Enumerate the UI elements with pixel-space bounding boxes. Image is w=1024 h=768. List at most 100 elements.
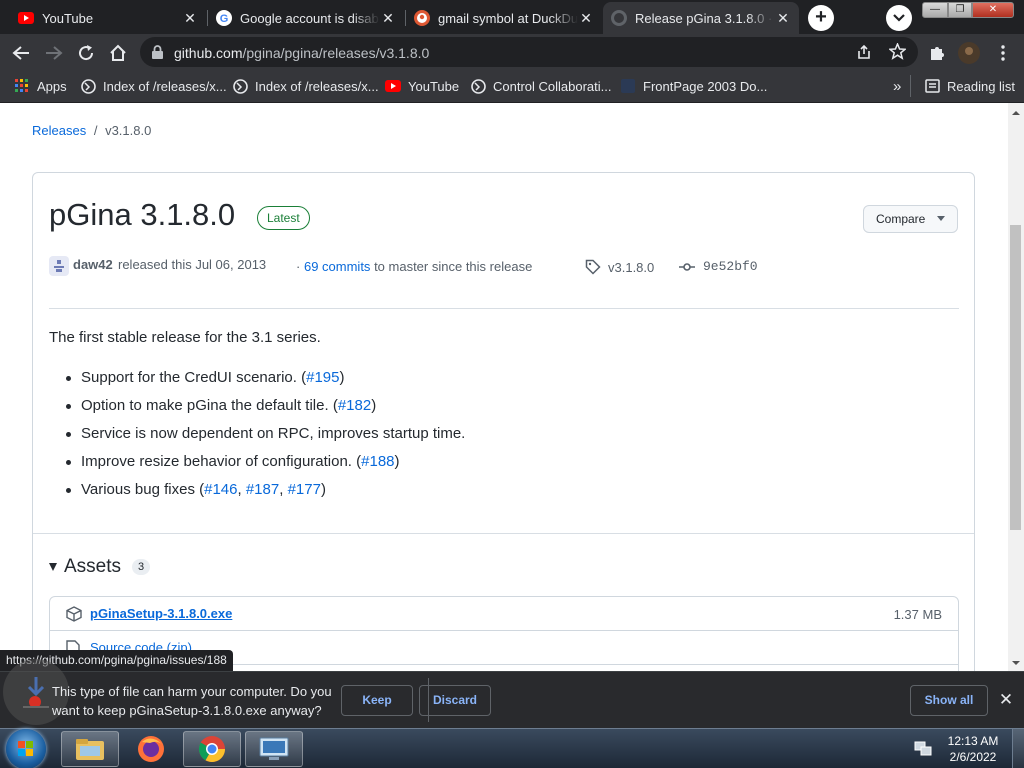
scroll-up-icon[interactable]: [1008, 107, 1024, 119]
youtube-icon: [385, 78, 401, 94]
scroll-down-icon[interactable]: [1008, 657, 1024, 669]
back-button[interactable]: [10, 42, 32, 64]
asset-download-link[interactable]: pGinaSetup-3.1.8.0.exe: [90, 606, 232, 621]
bookmark-apps[interactable]: Apps: [14, 77, 67, 95]
author-link[interactable]: daw42: [73, 257, 113, 272]
issue-link[interactable]: #188: [361, 453, 394, 470]
taskbar-clock[interactable]: 12:13 AM 2/6/2022: [940, 733, 1006, 765]
start-button[interactable]: [6, 729, 46, 768]
taskbar-file-explorer[interactable]: [61, 731, 119, 767]
bookmark-frontpage[interactable]: FrontPage 2003 Do...: [620, 77, 767, 95]
taskbar: 12:13 AM 2/6/2022: [0, 728, 1024, 768]
avatar-icon: [958, 42, 980, 64]
network-icon[interactable]: [914, 739, 932, 757]
breadcrumb-releases-link[interactable]: Releases: [32, 123, 86, 138]
new-tab-button[interactable]: +: [808, 5, 834, 31]
bookmarks-overflow[interactable]: »: [893, 77, 901, 95]
scrollbar-thumb[interactable]: [1010, 225, 1021, 530]
more-vert-icon: [1001, 45, 1005, 61]
taskbar-remote-desktop[interactable]: [245, 731, 303, 767]
release-title[interactable]: pGina 3.1.8.0: [49, 197, 235, 233]
issue-link[interactable]: #187: [246, 481, 279, 498]
extensions-button[interactable]: [926, 42, 948, 64]
google-icon: G: [216, 10, 232, 26]
issue-link[interactable]: #182: [338, 397, 371, 414]
author-avatar[interactable]: [49, 256, 69, 276]
discard-button[interactable]: Discard: [419, 685, 491, 716]
forward-button[interactable]: [43, 42, 65, 64]
assets-heading: Assets: [64, 556, 122, 577]
list-item: Option to make pGina the default tile. (…: [66, 397, 465, 425]
chevron-down-icon: [893, 14, 905, 22]
tag-link[interactable]: v3.1.8.0: [585, 259, 654, 275]
list-item: Various bug fixes (#146, #187, #177): [66, 481, 465, 509]
commits-link[interactable]: 69 commits: [304, 259, 370, 274]
reading-list-icon: [924, 78, 940, 94]
reload-button[interactable]: [75, 42, 97, 64]
list-item: Service is now dependent on RPC, improve…: [66, 425, 465, 453]
assets-toggle[interactable]: Assets 3: [49, 556, 151, 578]
tab-duckduckgo[interactable]: gmail symbol at DuckDuckGo ✕: [406, 2, 602, 34]
issue-link[interactable]: #177: [288, 481, 321, 498]
bookmark-label: Index of /releases/x...: [255, 78, 379, 94]
show-all-button[interactable]: Show all: [910, 685, 988, 716]
compare-button[interactable]: Compare: [863, 205, 958, 233]
tab-search-button[interactable]: [886, 5, 912, 31]
compare-label: Compare: [876, 212, 926, 226]
url-domain: github.com: [174, 45, 243, 61]
issue-link[interactable]: #195: [306, 369, 339, 386]
clock-time: 12:13 AM: [947, 734, 999, 748]
windows-logo-icon: [18, 741, 33, 756]
taskbar-firefox[interactable]: [122, 731, 180, 767]
download-bar: This type of file can harm your computer…: [0, 659, 1024, 728]
close-tab-icon[interactable]: ✕: [182, 10, 198, 27]
profile-avatar[interactable]: [958, 42, 980, 64]
asset-row: pGinaSetup-3.1.8.0.exe 1.37 MB: [50, 597, 958, 631]
issue-link[interactable]: #146: [204, 481, 237, 498]
bookmark-index-releases-1[interactable]: Index of /releases/x...: [80, 77, 227, 95]
tab-youtube[interactable]: YouTube ✕: [10, 2, 206, 34]
menu-button[interactable]: [992, 42, 1014, 64]
show-desktop-button[interactable]: [1012, 729, 1024, 768]
home-icon: [110, 44, 126, 61]
maximize-button[interactable]: ❐: [948, 2, 972, 18]
window-controls: — ❐ ✕: [922, 2, 1014, 18]
arrow-left-icon: [12, 46, 29, 60]
release-description: The first stable release for the 3.1 ser…: [49, 329, 321, 346]
tab-google-account[interactable]: G Google account is disabled ✕: [208, 2, 404, 34]
globe-icon: [80, 78, 96, 94]
browser-toolbar: github.com/pgina/pgina/releases/v3.1.8.0: [0, 34, 1024, 70]
bookmark-control-collab[interactable]: Control Collaborati...: [470, 77, 612, 95]
list-item: Support for the CredUI scenario. (#195): [66, 369, 465, 397]
close-download-bar-icon[interactable]: ✕: [996, 691, 1016, 711]
bookmark-label: Apps: [37, 78, 67, 94]
asset-size: 1.37 MB: [893, 607, 942, 622]
home-button[interactable]: [107, 42, 129, 64]
commit-sha-link[interactable]: 9e52bf0: [679, 259, 758, 274]
taskbar-chrome[interactable]: [183, 731, 241, 767]
breadcrumb-separator: /: [93, 123, 98, 138]
frontpage-icon: [620, 78, 636, 94]
bookmark-label: Index of /releases/x...: [103, 78, 227, 94]
svg-text:G: G: [220, 13, 229, 25]
globe-icon: [470, 78, 486, 94]
divider: [33, 533, 974, 534]
bookmark-index-releases-2[interactable]: Index of /releases/x...: [232, 77, 379, 95]
tab-github-release[interactable]: Release pGina 3.1.8.0 · pgina/pgina ✕: [603, 2, 799, 34]
release-date: released this Jul 06, 2013: [118, 257, 267, 272]
keep-button[interactable]: Keep: [341, 685, 413, 716]
share-icon[interactable]: [856, 44, 872, 63]
latest-badge: Latest: [257, 206, 310, 230]
divider: [49, 308, 959, 309]
close-tab-icon[interactable]: ✕: [578, 10, 594, 27]
bookmark-star-icon[interactable]: [888, 42, 907, 63]
bookmark-youtube[interactable]: YouTube: [385, 77, 459, 95]
close-tab-icon[interactable]: ✕: [775, 10, 791, 27]
minimize-button[interactable]: —: [922, 2, 948, 18]
reading-list-button[interactable]: Reading list: [924, 77, 1015, 95]
close-tab-icon[interactable]: ✕: [380, 10, 396, 27]
address-bar[interactable]: github.com/pgina/pgina/releases/v3.1.8.0: [140, 37, 918, 67]
tab-title: gmail symbol at DuckDuckGo: [438, 10, 578, 26]
caret-down-icon: [937, 216, 945, 221]
close-window-button[interactable]: ✕: [972, 2, 1014, 18]
